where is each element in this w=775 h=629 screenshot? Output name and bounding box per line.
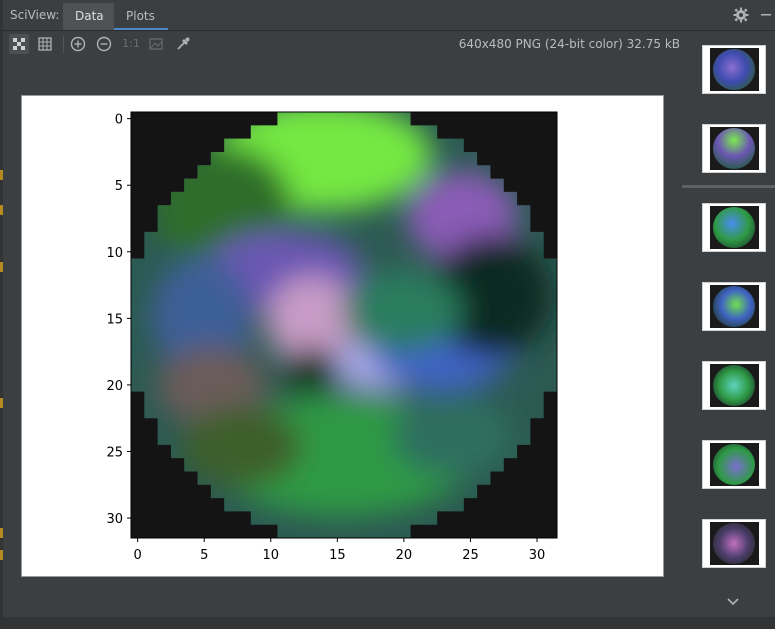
plot-thumbnail[interactable] <box>702 203 766 252</box>
thumbnail-disc <box>713 49 755 90</box>
plot-thumbnail[interactable] <box>702 282 766 331</box>
tab-data[interactable]: Data <box>63 3 114 30</box>
x-tick-label: 5 <box>200 548 208 563</box>
gutter-marker <box>0 550 3 560</box>
image-info: 640x480 PNG (24-bit color) 32.75 kB <box>458 37 680 51</box>
heatmap-plot: 0 5 10 15 20 25 30 0 5 10 15 20 25 30 <box>106 111 558 563</box>
y-tick-label: 0 <box>115 113 123 128</box>
sciview-title: SciView: <box>10 8 60 22</box>
chevron-down-icon[interactable] <box>726 596 740 608</box>
plot-thumbnail[interactable] <box>702 361 766 410</box>
x-axis: 0 5 10 15 20 25 30 <box>134 538 546 563</box>
bottom-strip <box>0 617 775 629</box>
plot-thumbnail[interactable] <box>702 124 766 173</box>
x-tick-label: 30 <box>529 548 546 563</box>
thumbnail-disc <box>713 128 755 169</box>
minimize-icon[interactable] <box>759 6 773 22</box>
actual-size-button[interactable]: 1:1 <box>121 34 141 54</box>
toolbar-separator <box>63 36 64 53</box>
x-tick-label: 15 <box>329 548 346 563</box>
plot-thumbnail[interactable] <box>702 45 766 94</box>
thumbnail-disc <box>713 444 755 485</box>
zoom-out-icon[interactable] <box>94 34 114 54</box>
x-tick-label: 25 <box>462 548 479 563</box>
fit-grid-icon[interactable] <box>9 34 29 54</box>
x-tick-label: 0 <box>134 548 142 563</box>
gear-icon[interactable] <box>733 7 749 23</box>
plots-thumbnail-list <box>682 40 775 629</box>
thumbnail-divider[interactable] <box>682 185 775 188</box>
y-tick-label: 10 <box>106 246 123 261</box>
gutter-marker <box>0 170 3 180</box>
tab-plots[interactable]: Plots <box>114 3 168 30</box>
gutter-marker <box>0 262 3 272</box>
image-toolbar: 1:1 640x480 PNG (24-bit color) 32.75 kB <box>3 31 689 59</box>
y-tick-label: 20 <box>106 379 123 394</box>
thumbnail-disc <box>713 523 755 564</box>
plot-thumbnail[interactable] <box>702 519 766 568</box>
editor-gutter <box>0 0 3 629</box>
y-tick-label: 15 <box>106 312 123 327</box>
x-tick-label: 10 <box>263 548 280 563</box>
thumbnail-disc <box>713 286 755 327</box>
color-picker-icon[interactable] <box>173 34 193 54</box>
y-tick-label: 30 <box>106 512 123 527</box>
x-tick-label: 20 <box>396 548 413 563</box>
background-icon[interactable] <box>146 34 166 54</box>
gutter-marker <box>0 528 3 538</box>
sciview-header: SciView: Data Plots <box>3 0 775 31</box>
zoom-in-icon[interactable] <box>68 34 88 54</box>
gutter-marker <box>0 398 3 408</box>
plot-canvas: 0 5 10 15 20 25 30 0 5 10 15 20 25 30 <box>21 95 664 577</box>
grid-icon[interactable] <box>35 34 55 54</box>
thumbnail-disc <box>713 365 755 406</box>
thumbnail-disc <box>713 207 755 248</box>
y-axis: 0 5 10 15 20 25 30 <box>106 113 131 527</box>
y-tick-label: 5 <box>115 179 123 194</box>
y-tick-label: 25 <box>106 445 123 460</box>
plot-thumbnail[interactable] <box>702 440 766 489</box>
gutter-marker <box>0 205 3 215</box>
